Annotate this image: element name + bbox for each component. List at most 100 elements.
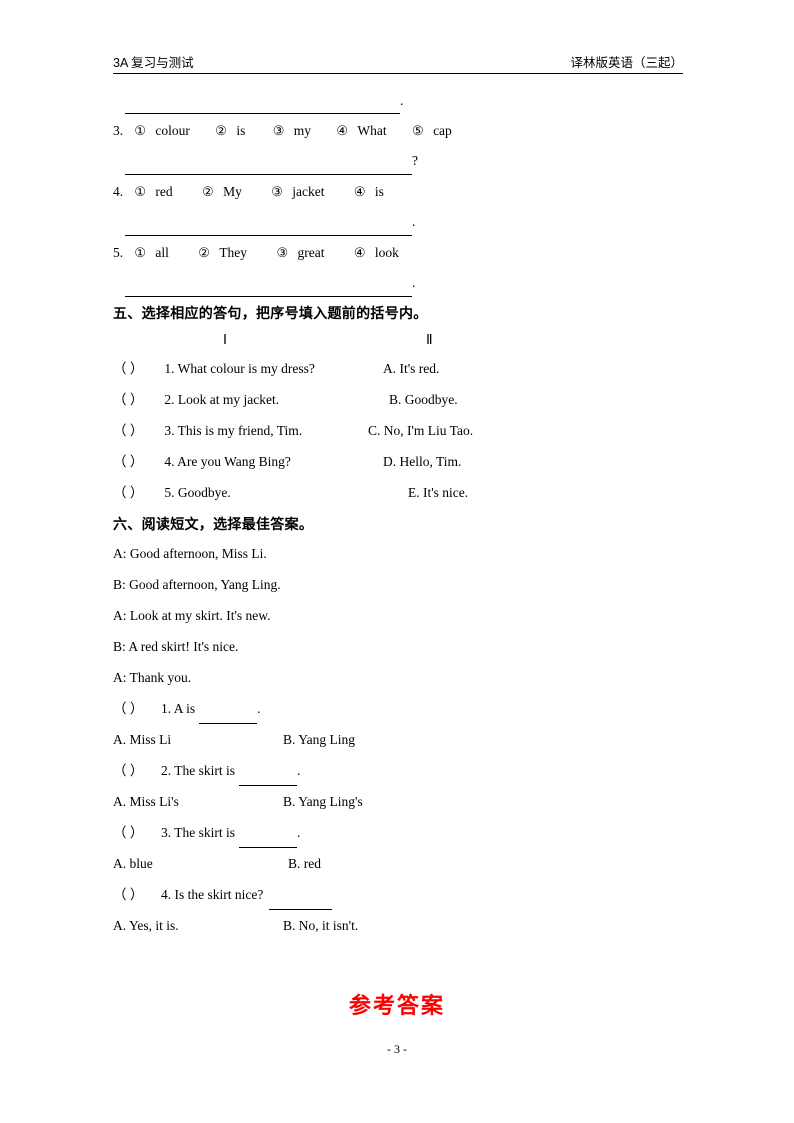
match-left-item: 4. Are you Wang Bing? xyxy=(164,454,291,469)
match-column-headers: Ⅰ Ⅱ xyxy=(113,327,693,353)
question-tail: . xyxy=(257,701,261,716)
match-right-item: A. It's red. xyxy=(383,361,440,376)
question-tail: . xyxy=(297,825,301,840)
page-number: - 3 - xyxy=(387,1042,407,1056)
match-left-item: 3. This is my friend, Tim. xyxy=(164,423,303,438)
answer-parenthesis[interactable]: （ ） xyxy=(113,477,161,508)
answer-parenthesis[interactable]: （ ） xyxy=(113,755,161,786)
option-a[interactable]: A. Miss Li xyxy=(113,732,171,747)
section-five-heading: 五、选择相应的答句，把序号填入题前的括号内。 xyxy=(113,306,428,322)
word-1: all xyxy=(155,245,169,260)
dialogue-line: A: Look at my skirt. It's new. xyxy=(113,608,271,623)
mark-5: ⑤ xyxy=(412,123,424,138)
question-tail: . xyxy=(297,763,301,778)
reading-question: （ ） 1. A is. xyxy=(113,693,693,724)
dialogue-line: A: Good afternoon, Miss Li. xyxy=(113,546,267,561)
mark-2: ② xyxy=(198,245,210,260)
mark-1: ① xyxy=(134,245,147,260)
option-b[interactable]: B. No, it isn't. xyxy=(283,910,358,941)
mark-4: ④ xyxy=(353,184,366,199)
dialogue-line: A: Thank you. xyxy=(113,670,192,685)
answer-parenthesis[interactable]: （ ） xyxy=(113,353,161,384)
word-2: They xyxy=(219,245,248,260)
answer-parenthesis[interactable]: （ ） xyxy=(113,446,161,477)
word-3: my xyxy=(293,123,311,138)
blank-rule xyxy=(199,711,258,724)
mark-1: ① xyxy=(134,123,147,138)
page-header: 3A 复习与测试 译林版英语（三起） xyxy=(113,52,683,74)
word-2: is xyxy=(236,123,246,138)
reading-options: A. blue B. red xyxy=(113,848,693,879)
match-row: （ ） 2. Look at my jacket. B. Goodbye. xyxy=(113,384,693,415)
mark-3: ③ xyxy=(272,123,285,138)
option-b[interactable]: B. Yang Ling's xyxy=(283,786,363,817)
option-b[interactable]: B. Yang Ling xyxy=(283,724,355,755)
blank-rule xyxy=(125,162,412,175)
dialogue-line: B: Good afternoon, Yang Ling. xyxy=(113,577,281,592)
word-3: jacket xyxy=(292,184,325,199)
answer-rule-4: . xyxy=(113,208,693,236)
match-right-item: E. It's nice. xyxy=(408,485,469,500)
match-row: （ ） 5. Goodbye. E. It's nice. xyxy=(113,477,693,508)
dialogue-line: B: A red skirt! It's nice. xyxy=(113,639,239,654)
rule-end-punct: . xyxy=(412,275,416,290)
rule-end-punct: . xyxy=(400,93,404,108)
blank-rule xyxy=(239,835,297,848)
match-right-item: D. Hello, Tim. xyxy=(383,454,462,469)
option-b[interactable]: B. red xyxy=(288,848,321,879)
answer-rule-3: ? xyxy=(113,147,693,175)
section-six-heading: 六、阅读短文，选择最佳答案。 xyxy=(113,517,314,533)
answer-parenthesis[interactable]: （ ） xyxy=(113,384,161,415)
answer-rule-top: . xyxy=(113,88,693,114)
blank-rule xyxy=(269,897,333,910)
mark-4: ④ xyxy=(353,245,366,260)
column-head-2: Ⅱ xyxy=(426,332,433,347)
item-number: 4. xyxy=(113,184,124,199)
answer-parenthesis[interactable]: （ ） xyxy=(113,693,161,724)
match-row: （ ） 4. Are you Wang Bing? D. Hello, Tim. xyxy=(113,446,693,477)
answer-rule-5: . xyxy=(113,269,693,297)
answer-parenthesis[interactable]: （ ） xyxy=(113,879,161,910)
match-left-item: 5. Goodbye. xyxy=(164,485,231,500)
header-left-text: 3A 复习与测试 xyxy=(113,56,194,70)
match-right-item: B. Goodbye. xyxy=(389,392,458,407)
blank-rule xyxy=(125,284,412,297)
mark-3: ③ xyxy=(271,184,283,199)
match-left-item: 1. What colour is my dress? xyxy=(164,361,315,376)
word-3: great xyxy=(297,245,325,260)
answer-key-title: 参考答案 xyxy=(348,994,445,1019)
column-head-1: Ⅰ xyxy=(223,332,227,347)
match-row: （ ） 3. This is my friend, Tim. C. No, I'… xyxy=(113,415,693,446)
blank-rule xyxy=(125,223,412,236)
blank-rule xyxy=(125,101,400,114)
word-4: is xyxy=(374,184,384,199)
document-page: 3A 复习与测试 译林版英语（三起） . 3. ① colour ② is ③ … xyxy=(0,0,794,1123)
mark-3: ③ xyxy=(276,245,289,260)
reading-question: （ ） 2. The skirt is. xyxy=(113,755,693,786)
match-left-item: 2. Look at my jacket. xyxy=(164,392,280,407)
match-right-item: C. No, I'm Liu Tao. xyxy=(368,423,474,438)
blank-rule xyxy=(239,773,297,786)
item-number: 5. xyxy=(113,245,124,260)
reading-options: A. Yes, it is. B. No, it isn't. xyxy=(113,910,693,941)
question-stem: 4. Is the skirt nice? xyxy=(161,887,264,902)
page-content: . 3. ① colour ② is ③ my ④ What ⑤ cap ? 4… xyxy=(113,88,693,941)
question-stem: 3. The skirt is xyxy=(161,825,235,840)
option-a[interactable]: A. Miss Li's xyxy=(113,794,179,809)
answer-parenthesis[interactable]: （ ） xyxy=(113,415,161,446)
header-right-text: 译林版英语（三起） xyxy=(570,56,683,70)
rearrange-item-5: 5. ① all ② They ③ great ④ look xyxy=(113,236,693,269)
option-a[interactable]: A. blue xyxy=(113,856,153,871)
reading-options: A. Miss Li's B. Yang Ling's xyxy=(113,786,693,817)
answer-parenthesis[interactable]: （ ） xyxy=(113,817,161,848)
item-number: 3. xyxy=(113,123,124,138)
reading-question: （ ） 3. The skirt is. xyxy=(113,817,693,848)
reading-options: A. Miss Li B. Yang Ling xyxy=(113,724,693,755)
word-4: look xyxy=(374,245,399,260)
word-5: cap xyxy=(433,123,452,138)
mark-2: ② xyxy=(202,184,214,199)
question-stem: 1. A is xyxy=(161,701,196,716)
rule-end-punct: . xyxy=(412,214,416,229)
option-a[interactable]: A. Yes, it is. xyxy=(113,918,179,933)
mark-2: ② xyxy=(215,123,227,138)
